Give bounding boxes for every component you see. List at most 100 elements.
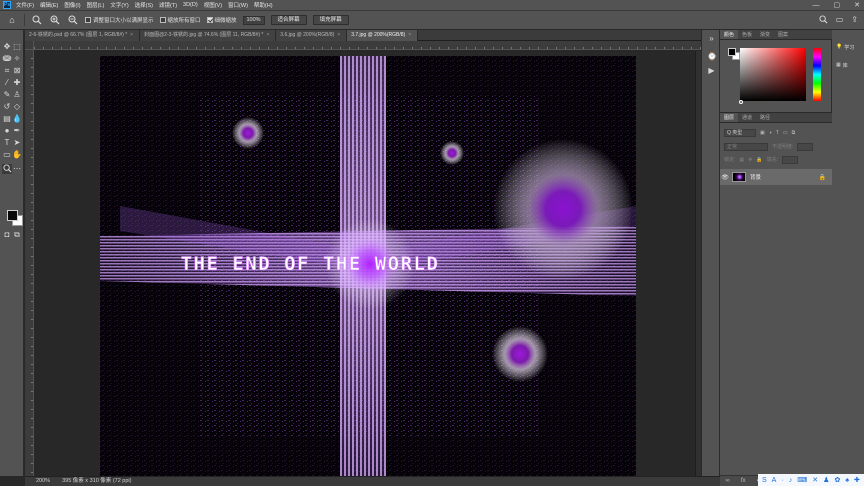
picker-foreground-swatch[interactable]: [728, 48, 736, 56]
link-layers-icon[interactable]: ∞: [726, 478, 730, 484]
layer-name[interactable]: 背景: [750, 173, 819, 181]
tray-icon-a[interactable]: A: [772, 477, 777, 484]
collapse-icon[interactable]: »: [707, 34, 716, 43]
shape-tool-icon[interactable]: ▭: [2, 150, 12, 160]
tray-icon-mic[interactable]: ♪: [789, 477, 793, 484]
tab-channels[interactable]: 通道: [738, 113, 756, 122]
vertical-ruler[interactable]: [25, 50, 34, 476]
tray-icon-shirt[interactable]: ♠: [845, 477, 849, 484]
blend-mode-select[interactable]: 正常: [724, 142, 768, 151]
fill-screen-button[interactable]: 填充屏幕: [312, 15, 349, 25]
close-icon[interactable]: ×: [266, 30, 269, 41]
type-tool-icon[interactable]: T: [2, 138, 12, 148]
stamp-tool-icon[interactable]: ♙: [12, 90, 22, 100]
menu-file[interactable]: 文件(F): [16, 1, 34, 9]
maximize-icon[interactable]: ▢: [834, 1, 841, 9]
workspace-icon[interactable]: ▭: [836, 15, 844, 26]
magic-wand-icon[interactable]: ✧: [12, 54, 22, 64]
libraries-button[interactable]: ▦ 库: [832, 58, 864, 72]
brush-tool-icon[interactable]: ✎: [2, 90, 12, 100]
fit-screen-button[interactable]: 适合屏幕: [270, 15, 307, 25]
fx-icon[interactable]: fx: [741, 478, 746, 484]
marquee-tool-icon[interactable]: ⬚: [12, 42, 22, 52]
tab-3-6-jpg[interactable]: 3.6.jpg @ 200%(RGB/8) ×: [276, 30, 348, 41]
menu-view[interactable]: 视图(V): [204, 1, 222, 9]
screen-mode-icon[interactable]: ⧉: [12, 230, 22, 240]
tray-icon-s[interactable]: S: [762, 477, 767, 484]
filter-shape-icon[interactable]: ▭: [783, 130, 788, 136]
opacity-field[interactable]: [797, 142, 814, 151]
menu-select[interactable]: 选择(S): [135, 1, 153, 9]
zoom-out-icon[interactable]: [67, 14, 79, 26]
history-panel-icon[interactable]: ⌚: [707, 52, 717, 61]
frame-tool-icon[interactable]: ⊠: [12, 66, 22, 76]
more-tools-icon[interactable]: ⋯: [12, 164, 22, 174]
quick-mask-icon[interactable]: ◘: [2, 230, 12, 240]
fill-field[interactable]: [781, 155, 798, 164]
color-saturation-field[interactable]: [740, 48, 806, 101]
image-canvas[interactable]: THE END OF THE WORLD: [100, 56, 636, 476]
close-icon[interactable]: ✕: [854, 1, 860, 9]
move-tool-icon[interactable]: ✥: [2, 42, 12, 52]
healing-brush-icon[interactable]: ✚: [12, 78, 22, 88]
filter-smart-icon[interactable]: ⧉: [792, 130, 796, 136]
dodge-tool-icon[interactable]: ●: [2, 126, 12, 136]
close-icon[interactable]: ×: [130, 30, 133, 41]
horizontal-ruler[interactable]: [34, 41, 720, 50]
tab-2-6-psd[interactable]: 2-6-铁锈的.psd @ 66.7% (图层 1, RGB/8#) * ×: [25, 30, 141, 41]
pen-tool-icon[interactable]: ✒: [12, 126, 22, 136]
tab-layers[interactable]: 图层: [720, 113, 739, 122]
search-icon[interactable]: [819, 15, 828, 26]
learn-button[interactable]: 💡 学习: [832, 40, 864, 54]
zoom-all-windows-checkbox[interactable]: 缩放所有窗口: [159, 16, 201, 24]
tab-paths[interactable]: 路径: [756, 113, 774, 122]
zoom-tool-icon[interactable]: [31, 14, 43, 26]
filter-adjust-icon[interactable]: ◑: [769, 130, 772, 136]
tray-icon-dot[interactable]: ·: [781, 477, 783, 484]
zoom-percent-field[interactable]: 100%: [242, 15, 265, 25]
zoom-tool-selected-icon[interactable]: [2, 164, 12, 174]
menu-edit[interactable]: 编辑(E): [40, 1, 58, 9]
tray-icon-user[interactable]: ♟: [823, 476, 829, 484]
tray-icon-plus[interactable]: ✚: [854, 476, 860, 484]
checkbox-box-checked[interactable]: [206, 17, 213, 23]
menu-layer[interactable]: 图层(L): [87, 1, 105, 9]
tray-icon-x[interactable]: ✕: [812, 476, 818, 484]
hand-tool-icon[interactable]: ✋: [12, 150, 22, 160]
lasso-tool-icon[interactable]: ↈ: [2, 54, 12, 64]
lock-pixels-icon[interactable]: ▦: [739, 157, 744, 163]
eyedropper-icon[interactable]: ⁄: [2, 78, 12, 88]
menu-type[interactable]: 文字(Y): [110, 1, 128, 9]
filter-type-icon[interactable]: T: [776, 130, 779, 136]
zoom-in-icon[interactable]: [49, 14, 61, 26]
tab-gradients[interactable]: 渐变: [756, 30, 774, 39]
hue-slider[interactable]: [813, 48, 821, 101]
lock-all-icon[interactable]: 🔒: [756, 157, 762, 163]
home-icon[interactable]: ⌂: [6, 14, 18, 26]
layer-row-background[interactable]: 👁 背景 🔒: [720, 169, 832, 185]
lock-move-icon[interactable]: ✥: [748, 157, 752, 163]
blur-tool-icon[interactable]: 💧: [12, 114, 22, 124]
status-zoom[interactable]: 200%: [36, 477, 50, 486]
visibility-eye-icon[interactable]: 👁: [720, 174, 730, 181]
tab-color[interactable]: 颜色: [720, 30, 739, 39]
minimize-icon[interactable]: —: [813, 2, 820, 9]
menu-3d[interactable]: 3D(D): [183, 2, 198, 8]
tray-icon-keyboard[interactable]: ⌨: [797, 476, 807, 484]
menu-help[interactable]: 帮助(H): [254, 1, 273, 9]
play-action-icon[interactable]: ▶: [707, 66, 716, 75]
menu-window[interactable]: 窗口(W): [228, 1, 248, 9]
status-doc-info[interactable]: 395 像素 x 310 像素 (72 ppi): [62, 477, 131, 486]
close-icon[interactable]: ×: [408, 30, 411, 41]
crop-tool-icon[interactable]: ⌗: [2, 66, 12, 76]
menu-filter[interactable]: 滤镜(T): [159, 1, 177, 9]
resize-windows-checkbox[interactable]: 调整窗口大小以满屏显示: [85, 16, 154, 24]
checkbox-box[interactable]: [159, 17, 166, 23]
checkbox-box[interactable]: [85, 17, 91, 23]
filter-pixel-icon[interactable]: ▣: [760, 130, 765, 136]
close-icon[interactable]: ×: [337, 30, 340, 41]
path-select-icon[interactable]: ➤: [12, 138, 22, 148]
scrubby-zoom-checkbox[interactable]: 细微缩放: [206, 16, 237, 24]
tray-icon-flower[interactable]: ✿: [834, 476, 840, 484]
menu-image[interactable]: 图像(I): [64, 1, 80, 9]
